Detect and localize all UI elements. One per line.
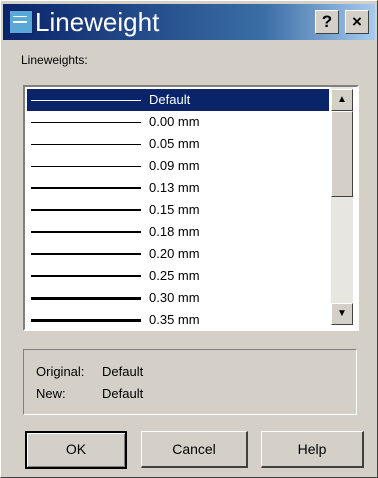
lineweight-dialog: Lineweight ? × Lineweights: Default 0.00 …: [0, 0, 378, 478]
lineweight-item-label: 0.00 mm: [149, 114, 200, 129]
lineweight-item-label: 0.35 mm: [149, 312, 200, 327]
lineweight-item[interactable]: 0.15 mm: [27, 199, 329, 221]
lineweight-item-label: 0.05 mm: [149, 136, 200, 151]
lineweight-sample-line: [31, 100, 141, 101]
lineweight-item[interactable]: 0.30 mm: [27, 287, 329, 309]
lineweight-sample-line: [31, 253, 141, 255]
title-help-button[interactable]: ?: [315, 10, 339, 34]
lineweight-item[interactable]: 0.18 mm: [27, 221, 329, 243]
cancel-button[interactable]: Cancel: [141, 431, 248, 468]
list-scrollbar[interactable]: ▲ ▼: [331, 87, 353, 325]
lineweight-sample-line: [31, 209, 141, 211]
lineweight-item[interactable]: 0.25 mm: [27, 265, 329, 287]
lineweight-sample-line: [31, 166, 141, 167]
lineweight-item-label: 0.18 mm: [149, 224, 200, 239]
lineweight-item[interactable]: Default: [27, 89, 329, 111]
scroll-down-button[interactable]: ▼: [331, 303, 353, 325]
original-value: Default: [102, 364, 144, 379]
lineweight-item-label: 0.20 mm: [149, 246, 200, 261]
lineweight-item-label: Default: [149, 92, 191, 107]
lineweight-item[interactable]: 0.05 mm: [27, 133, 329, 155]
lineweights-listbox[interactable]: Default 0.00 mm 0.05 mm 0.09 mm 0.13 mm 0.15 …: [23, 85, 359, 331]
lineweights-label: Lineweights:: [21, 53, 88, 67]
lineweight-item-label: 0.09 mm: [149, 158, 200, 173]
new-value: Default: [102, 386, 144, 401]
lineweight-sample-line: [31, 187, 141, 189]
lineweight-item-label: 0.25 mm: [149, 268, 200, 283]
lineweight-sample-line: [31, 122, 141, 123]
scroll-up-button[interactable]: ▲: [331, 89, 353, 111]
lineweight-sample-line: [31, 144, 141, 145]
title-close-button[interactable]: ×: [345, 10, 369, 34]
scroll-thumb[interactable]: [331, 111, 353, 197]
lineweight-sample-line: [31, 275, 141, 277]
lineweight-item-label: 0.13 mm: [149, 180, 200, 195]
original-label: Original:: [36, 364, 85, 379]
lineweight-item[interactable]: 0.13 mm: [27, 177, 329, 199]
new-label: New:: [36, 386, 66, 401]
lineweight-sample-line: [31, 231, 141, 233]
lineweight-sample-line: [31, 297, 141, 300]
lineweight-item-label: 0.15 mm: [149, 202, 200, 217]
lineweight-item-label: 0.30 mm: [149, 290, 200, 305]
title-bar[interactable]: Lineweight ? ×: [3, 4, 375, 40]
lineweight-item[interactable]: 0.00 mm: [27, 111, 329, 133]
dialog-title: Lineweight: [35, 7, 160, 37]
list-items-container: Default 0.00 mm 0.05 mm 0.09 mm 0.13 mm 0.15 …: [25, 87, 329, 329]
ok-button[interactable]: OK: [25, 431, 127, 469]
lineweight-item[interactable]: 0.35 mm: [27, 309, 329, 329]
lineweight-item[interactable]: 0.20 mm: [27, 243, 329, 265]
lineweight-item[interactable]: 0.09 mm: [27, 155, 329, 177]
lineweight-sample-line: [31, 319, 141, 322]
lineweight-info-panel: Original: Default New: Default: [23, 349, 357, 415]
help-button[interactable]: Help: [261, 431, 364, 468]
lineweight-app-icon: [9, 10, 33, 34]
